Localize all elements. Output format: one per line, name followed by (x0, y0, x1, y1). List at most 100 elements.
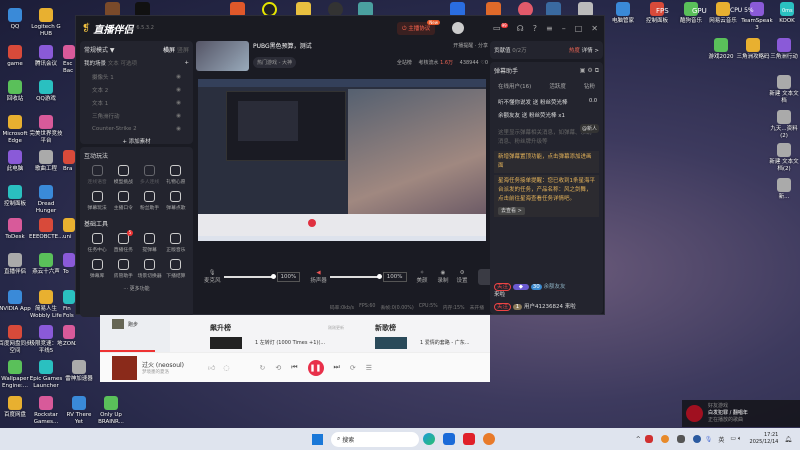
desktop-icon[interactable]: 燕云十六声 (29, 253, 63, 276)
beauty-button[interactable]: ✧ 美颜 (417, 270, 428, 284)
record-button[interactable]: ◉ 录制 (438, 270, 449, 284)
sidebar-item[interactable]: 跑步 (128, 321, 138, 328)
desktop-icon[interactable]: 极限竞速：地平线5 (29, 325, 63, 355)
desktop-icon[interactable]: RV There Yet (62, 396, 96, 426)
edge-icon[interactable] (423, 433, 435, 445)
tray-chevron-icon[interactable]: ^ (636, 436, 641, 443)
desktop-icon[interactable]: 完美世界竞技平台 (29, 115, 63, 145)
stream-preview[interactable] (198, 79, 486, 241)
desktop-icon[interactable]: 新建 文本文档(2) (767, 143, 800, 173)
speaker-volume-slider[interactable] (329, 274, 382, 279)
desktop-icon[interactable]: 三角洲攻略码 (736, 38, 770, 61)
tool-tools-6[interactable]: 场景切换器 (137, 259, 163, 279)
clock[interactable]: 17:21 2025/12/14 (750, 432, 779, 446)
mode-dropdown[interactable]: 常规模式 ▼ (84, 45, 115, 54)
user-name[interactable]: 余额友友 (544, 284, 566, 290)
desktop-icon[interactable]: 控制面板 (0, 185, 32, 208)
desktop-icon[interactable]: ZONZ (63, 325, 76, 348)
desktop-icon[interactable]: 歌曲工程 (29, 150, 63, 173)
chart-title-new[interactable]: 新歌榜 (375, 323, 396, 333)
chart-title-rising[interactable]: 飙升榜 (210, 323, 231, 333)
forward-icon[interactable]: ⟳ (350, 364, 356, 372)
gear-icon[interactable]: ⚙ (587, 67, 592, 74)
desktop-icon[interactable]: 直播伴侣 (0, 253, 32, 276)
tool-interact-0[interactable]: 连线语音 (84, 165, 110, 185)
tab-activity[interactable]: 活跃度 (549, 82, 566, 90)
popout-icon[interactable]: ⧉ (595, 67, 599, 74)
desktop-icon[interactable]: 百度网盘同步空间 (0, 325, 32, 355)
notification-bell-icon[interactable]: 🔔︎ (784, 436, 792, 443)
stream-title[interactable]: PUBG黑色预算，测试 (253, 41, 312, 50)
desktop-icon[interactable]: 三角洲行动 (767, 38, 800, 61)
tool-tools-1[interactable]: 5 直播任务 (110, 230, 136, 253)
desktop-icon[interactable]: 百度网盘 (0, 396, 32, 419)
all-rank[interactable]: 全站榜 (397, 60, 412, 66)
source-item[interactable]: 文本 2 ◉ (84, 83, 189, 96)
desktop-icon[interactable]: 新建 文本文档 (767, 75, 800, 105)
tool-interact-2[interactable]: 多人连线 (137, 165, 163, 185)
desktop-icon[interactable]: EEEOBCTE... (29, 218, 63, 241)
source-item[interactable]: Counter-Strike 2 ◉ (84, 122, 189, 135)
start-button[interactable] (312, 433, 323, 445)
avatar[interactable] (452, 22, 465, 34)
start-notify-button[interactable]: 开播提醒 (453, 43, 473, 49)
desktop-icon[interactable]: 电脑管家 (606, 2, 640, 25)
speaker-icon[interactable]: ◀ (310, 270, 327, 276)
previous-icon[interactable]: ⏮ (291, 363, 297, 372)
chart-song[interactable]: 1 爱情的套路 - 广东... (420, 339, 470, 346)
tab-diamond-fans[interactable]: 钻粉 (584, 82, 595, 90)
add-source-button[interactable]: + 添加素材 (84, 137, 189, 145)
desktop-icon[interactable]: Wallpaper Engine:... (0, 360, 32, 390)
layout-icon[interactable]: ▣ (580, 67, 586, 74)
tab-online-users[interactable]: 在线用户(16) (498, 82, 531, 90)
repeat-icon[interactable]: ↻ (259, 364, 265, 372)
desktop-icon[interactable]: 简易人生 Wobbly Life (29, 290, 63, 320)
chart-song[interactable]: 1 左转灯 (1000 Times +1)(... (255, 339, 325, 346)
tool-tools-2[interactable]: 提弹幕 (137, 233, 163, 253)
tool-tools-3[interactable]: 正版音乐 (163, 233, 189, 253)
tray-icon[interactable] (676, 435, 685, 443)
desktop-icon[interactable]: Only Up BRAINR... (94, 396, 128, 426)
rewind-icon[interactable]: ⟲ (275, 364, 281, 372)
desktop-icon[interactable]: 回收站 (0, 80, 32, 103)
search-box[interactable]: ⌕ 搜索 (331, 431, 419, 447)
desktop-icon[interactable]: 游戏2020 (704, 38, 738, 61)
maximize-button[interactable]: □ (575, 24, 583, 33)
tool-tools-7[interactable]: 下播结算 (163, 259, 189, 279)
source-item[interactable]: 三角洲行动 ◉ (84, 109, 189, 122)
song-title[interactable]: 过火 (neosoul) (142, 360, 200, 369)
help-icon[interactable]: ? (533, 24, 537, 33)
source-item[interactable]: 摄像头 1 ◉ (84, 70, 189, 83)
desktop-icon[interactable]: Dread Hunger (29, 185, 63, 215)
tool-tools-5[interactable]: 房管助手 (110, 259, 136, 279)
tray-icon[interactable] (644, 435, 653, 443)
eye-icon[interactable]: ◉ (176, 74, 181, 80)
network-volume-icon[interactable]: ▭ 🔈︎ (730, 435, 741, 443)
tray-icon[interactable] (660, 435, 669, 443)
desktop-icon[interactable]: ToDesk (0, 218, 32, 241)
desktop-icon[interactable]: game (0, 45, 32, 68)
now-playing-notification[interactable]: 好友游戏 白发犯罪 / 翻唱年 正在播放的歌曲 (682, 400, 800, 427)
tab-scenes[interactable]: 我的场景 (84, 61, 106, 67)
close-button[interactable]: ✕ (591, 24, 598, 33)
tab-portrait[interactable]: 竖屏 (177, 47, 189, 54)
tool-interact-3[interactable]: 礼物心愿 (163, 165, 189, 185)
desktop-icon[interactable]: 雷神加速器 (62, 360, 96, 383)
microphone-tray-icon[interactable]: 🎙︎ (705, 436, 713, 443)
comment-icon[interactable]: ◌ (223, 364, 229, 372)
playlist-cover[interactable] (112, 319, 124, 329)
cover-thumbnail[interactable] (196, 41, 249, 71)
tool-interact-7[interactable]: 弹幕点歌 (163, 191, 189, 211)
desktop-icon[interactable]: QQ (0, 8, 32, 31)
tool-interact-6[interactable]: 粉丝助手 (137, 191, 163, 211)
pause-button[interactable]: ❚❚ (307, 359, 324, 376)
headset-icon[interactable]: ☊ (517, 24, 524, 33)
eye-icon[interactable]: ◉ (176, 126, 181, 132)
desktop-icon[interactable]: Rockstar Games... (29, 396, 63, 426)
desktop-icon[interactable]: 九天...资料(2) (767, 110, 800, 140)
tab-options[interactable]: 可选项 (121, 61, 138, 67)
tool-tools-0[interactable]: 任务中心 (84, 233, 110, 253)
desktop-icon[interactable]: NVIDIA App (0, 290, 32, 313)
detail-link[interactable]: 详情 > (582, 48, 599, 54)
next-icon[interactable]: ⏭ (334, 363, 340, 372)
